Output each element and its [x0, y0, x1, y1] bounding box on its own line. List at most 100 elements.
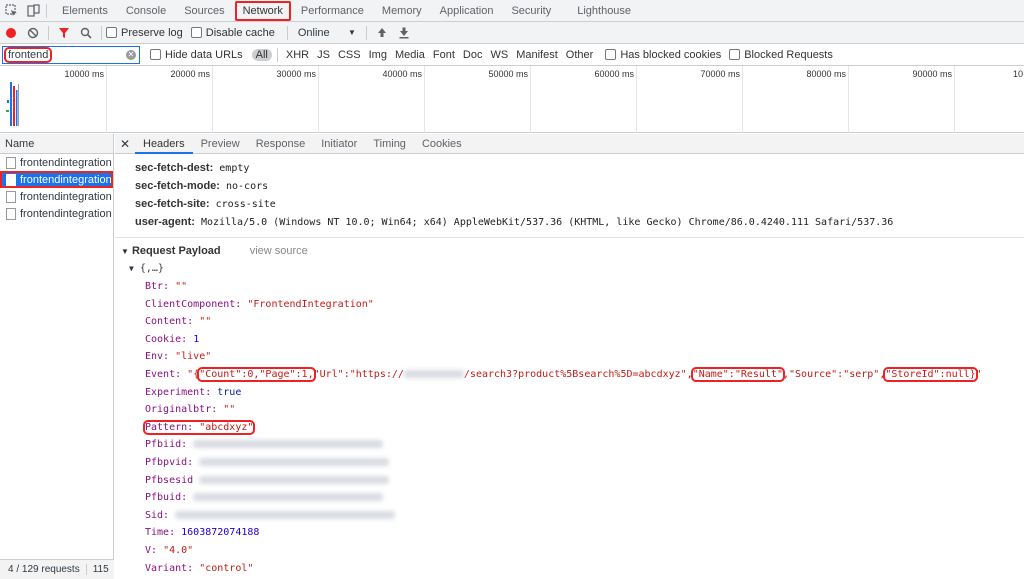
tab-application[interactable]: Application — [431, 0, 503, 22]
payload-row: Env: "live" — [135, 348, 1024, 366]
tab-timing[interactable]: Timing — [365, 134, 414, 154]
request-row-selected[interactable]: frontendintegration — [0, 171, 113, 188]
payload-value: "FrontendIntegration" — [247, 298, 374, 310]
tab-preview[interactable]: Preview — [193, 134, 248, 154]
clear-filter-icon[interactable]: ✕ — [126, 49, 136, 60]
tab-memory[interactable]: Memory — [373, 0, 431, 22]
throttling-select[interactable]: Online ▼ — [292, 27, 362, 39]
filter-type-manifest[interactable]: Manifest — [513, 49, 561, 61]
clear-icon[interactable] — [22, 22, 44, 44]
network-overview-timeline[interactable]: 10000 ms 20000 ms 30000 ms 40000 ms 5000… — [0, 66, 1024, 133]
payload-row: Variant: "control" — [135, 560, 1024, 578]
tab-security[interactable]: Security — [502, 0, 560, 22]
chevron-down-icon: ▼ — [347, 28, 356, 37]
redacted-domain — [403, 369, 464, 378]
triangle-down-icon: ▼ — [121, 247, 129, 256]
payload-row: V: "4.0" — [135, 542, 1024, 560]
filter-type-font[interactable]: Font — [430, 49, 458, 61]
tab-cookies[interactable]: Cookies — [414, 134, 470, 154]
event-source: ,"Source":"serp", — [783, 368, 886, 380]
payload-row: Pfbiid: — [135, 436, 1024, 454]
payload-value: "live" — [175, 351, 212, 363]
payload-value: 1 — [193, 333, 200, 345]
filter-type-media[interactable]: Media — [392, 49, 428, 61]
blocked-requests-checkbox[interactable]: Blocked Requests — [729, 49, 833, 61]
toolbar-divider — [46, 3, 47, 18]
hide-data-urls-checkbox[interactable]: Hide data URLs — [150, 49, 243, 61]
disable-cache-checkbox[interactable]: Disable cache — [190, 27, 275, 39]
throttling-value: Online — [297, 26, 330, 39]
import-har-icon[interactable] — [371, 22, 393, 44]
header-row: sec-fetch-site: cross-site — [135, 195, 1024, 213]
tab-console[interactable]: Console — [117, 0, 175, 22]
preserve-log-checkbox[interactable]: Preserve log — [106, 27, 183, 39]
redacted-value — [193, 440, 384, 449]
filter-type-other[interactable]: Other — [563, 49, 597, 61]
tab-elements[interactable]: Elements — [53, 0, 117, 22]
payload-root[interactable]: ▼ {,…} — [129, 260, 1024, 278]
timeline-gridline — [318, 66, 319, 133]
transferred-size: 115 — [85, 564, 109, 575]
filter-type-ws[interactable]: WS — [487, 49, 511, 61]
payload-row: Pfbuid: — [135, 489, 1024, 507]
redacted-value — [193, 493, 384, 502]
request-row[interactable]: frontendintegration — [0, 188, 113, 205]
filter-type-doc[interactable]: Doc — [460, 49, 486, 61]
tab-sources[interactable]: Sources — [175, 0, 233, 22]
request-payload-section[interactable]: ▼ Request Payload view source — [121, 242, 1024, 260]
filter-type-js[interactable]: JS — [314, 49, 333, 61]
tab-headers[interactable]: Headers — [135, 134, 193, 154]
payload-row: Sid: — [135, 507, 1024, 525]
payload-key: V: — [145, 544, 158, 556]
has-blocked-cookies-checkbox[interactable]: Has blocked cookies — [605, 49, 721, 61]
request-row[interactable]: frontendintegration — [0, 154, 113, 171]
payload-key: Pfbpvid: — [145, 456, 194, 468]
inspect-element-icon[interactable] — [0, 0, 22, 22]
payload-value: "control" — [199, 562, 254, 574]
timeline-gridline — [212, 66, 213, 133]
device-toolbar-icon[interactable] — [22, 0, 44, 22]
payload-key: Env: — [145, 351, 170, 363]
headers-content: sec-fetch-dest: empty sec-fetch-mode: no… — [115, 154, 1024, 577]
filter-input[interactable]: frontend ✕ — [2, 45, 140, 64]
tab-response[interactable]: Response — [248, 134, 314, 154]
request-name: frontendintegration — [20, 207, 112, 220]
file-icon — [6, 173, 16, 186]
tab-performance[interactable]: Performance — [292, 0, 373, 22]
event-name: "Name":"Result" — [690, 366, 786, 382]
tab-network[interactable]: Network — [234, 0, 292, 22]
view-source-link[interactable]: view source — [250, 245, 308, 257]
timeline-gridline — [530, 66, 531, 133]
timeline-gridline — [636, 66, 637, 133]
close-icon[interactable]: ✕ — [115, 137, 135, 151]
header-value: empty — [219, 163, 250, 174]
payload-key: Experiment: — [145, 386, 212, 398]
file-icon — [6, 207, 16, 220]
tab-lighthouse[interactable]: Lighthouse — [568, 0, 640, 22]
request-row[interactable]: frontendintegration — [0, 205, 113, 222]
filter-type-img[interactable]: Img — [366, 49, 390, 61]
filter-bar: frontend ✕ Hide data URLs All XHR JS CSS… — [0, 44, 1024, 66]
record-button[interactable] — [0, 22, 22, 44]
payload-value: "" — [175, 281, 188, 292]
filter-type-all[interactable]: All — [251, 48, 272, 61]
name-column-header[interactable]: Name — [0, 134, 113, 154]
filter-icon[interactable] — [53, 22, 75, 44]
event-value-start: "{ — [187, 368, 200, 380]
request-count: 4 / 129 requests — [8, 564, 80, 575]
filter-type-xhr[interactable]: XHR — [283, 49, 312, 61]
header-value: no-cors — [226, 181, 269, 192]
payload-row: Btr: "" — [135, 278, 1024, 296]
search-icon[interactable] — [75, 22, 97, 44]
header-row: user-agent: Mozilla/5.0 (Windows NT 10.0… — [135, 213, 1024, 231]
tab-initiator[interactable]: Initiator — [313, 134, 365, 154]
payload-value: "4.0" — [163, 544, 194, 556]
toolbar-divider — [276, 47, 278, 62]
payload-value: "abcdxyz" — [199, 421, 254, 433]
payload-value: "" — [223, 404, 236, 416]
export-har-icon[interactable] — [393, 22, 415, 44]
timeline-tick: 80000 ms — [806, 69, 846, 79]
filter-type-css[interactable]: CSS — [335, 49, 364, 61]
timeline-tick: 10000 ms — [64, 69, 104, 79]
section-divider — [115, 237, 1024, 238]
